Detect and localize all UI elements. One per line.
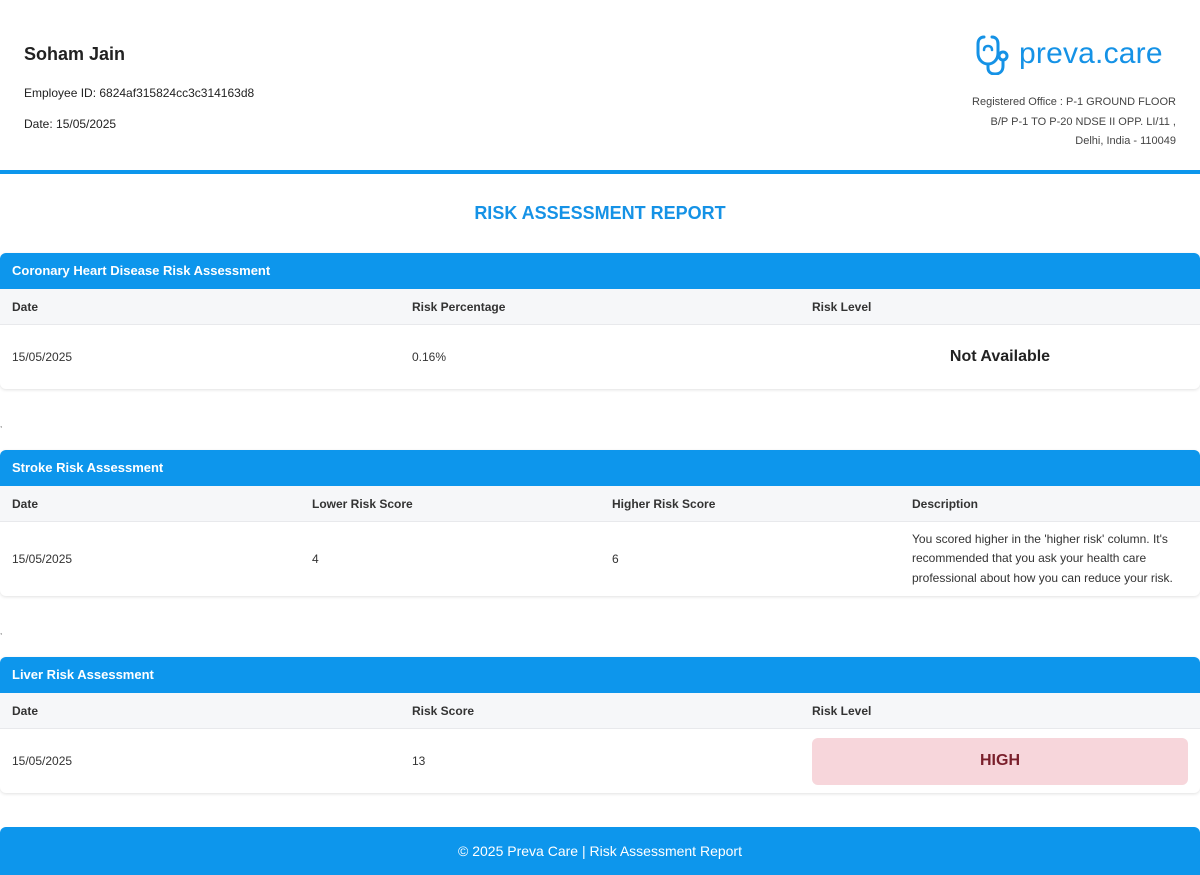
coronary-table-header: Date Risk Percentage Risk Level	[0, 289, 1200, 325]
description-cell: You scored higher in the 'higher risk' c…	[900, 530, 1200, 588]
office-line-2: B/P P-1 TO P-20 NDSE II OPP. LI/11 ,	[990, 115, 1176, 128]
risk-level-high-badge: HIGH	[812, 737, 1188, 785]
coronary-risk-card: Coronary Heart Disease Risk Assessment D…	[0, 253, 1200, 389]
office-line-1: Registered Office : P-1 GROUND FLOOR	[972, 96, 1176, 108]
column-header-lower-risk-score: Lower Risk Score	[312, 496, 413, 511]
row-lower-risk-score: 4	[312, 552, 319, 566]
separator-mark: ,	[0, 420, 3, 429]
row-date: 15/05/2025	[12, 552, 73, 566]
column-header-risk-level: Risk Level	[812, 703, 872, 718]
office-line-3: Delhi, India - 110049	[1075, 135, 1176, 147]
stroke-card-title: Stroke Risk Assessment	[0, 450, 1200, 486]
column-header-date: Date	[12, 496, 39, 511]
coronary-card-title: Coronary Heart Disease Risk Assessment	[0, 253, 1200, 289]
column-header-risk-score: Risk Score	[412, 703, 475, 718]
row-date: 15/05/2025	[12, 350, 73, 364]
column-header-date: Date	[12, 299, 39, 314]
risk-level-cell: HIGH	[800, 737, 1200, 785]
column-header-risk-level: Risk Level	[812, 299, 872, 314]
table-row: 15/05/2025 13 HIGH	[0, 729, 1200, 793]
report-footer: © 2025 Preva Care | Risk Assessment Repo…	[0, 827, 1200, 875]
risk-level-cell: Not Available	[800, 348, 1200, 366]
report-header: Soham Jain Employee ID: 6824af315824cc3c…	[0, 0, 1200, 174]
row-date: 15/05/2025	[12, 754, 73, 768]
separator-mark: ,	[0, 627, 3, 636]
employee-name: Soham Jain	[24, 44, 126, 64]
row-description: You scored higher in the 'higher risk' c…	[912, 532, 1173, 585]
employee-id: Employee ID: 6824af315824cc3c314163d8	[24, 86, 255, 100]
registered-office-address: Registered Office : P-1 GROUND FLOOR B/P…	[916, 93, 1176, 152]
stethoscope-icon	[976, 35, 1009, 75]
column-header-higher-risk-score: Higher Risk Score	[612, 496, 716, 511]
column-header-description: Description	[912, 496, 979, 511]
liver-table-header: Date Risk Score Risk Level	[0, 693, 1200, 729]
risk-level-badge: Not Available	[949, 348, 1051, 365]
report-title: RISK ASSESSMENT REPORT	[474, 203, 726, 223]
liver-risk-card: Liver Risk Assessment Date Risk Score Ri…	[0, 657, 1200, 793]
report-date: Date: 15/05/2025	[24, 117, 117, 131]
row-risk-percentage: 0.16%	[412, 350, 447, 364]
brand-name: preva.care	[1019, 37, 1163, 70]
stroke-table-header: Date Lower Risk Score Higher Risk Score …	[0, 486, 1200, 522]
liver-card-title: Liver Risk Assessment	[0, 657, 1200, 693]
column-header-date: Date	[12, 703, 39, 718]
preva-care-logo: preva.care	[975, 32, 1163, 76]
table-row: 15/05/2025 4 6 You scored higher in the …	[0, 522, 1200, 596]
table-row: 15/05/2025 0.16% Not Available	[0, 325, 1200, 389]
stroke-risk-card: Stroke Risk Assessment Date Lower Risk S…	[0, 450, 1200, 596]
row-higher-risk-score: 6	[612, 552, 619, 566]
column-header-risk-percentage: Risk Percentage	[412, 299, 506, 314]
row-risk-score: 13	[412, 754, 426, 768]
